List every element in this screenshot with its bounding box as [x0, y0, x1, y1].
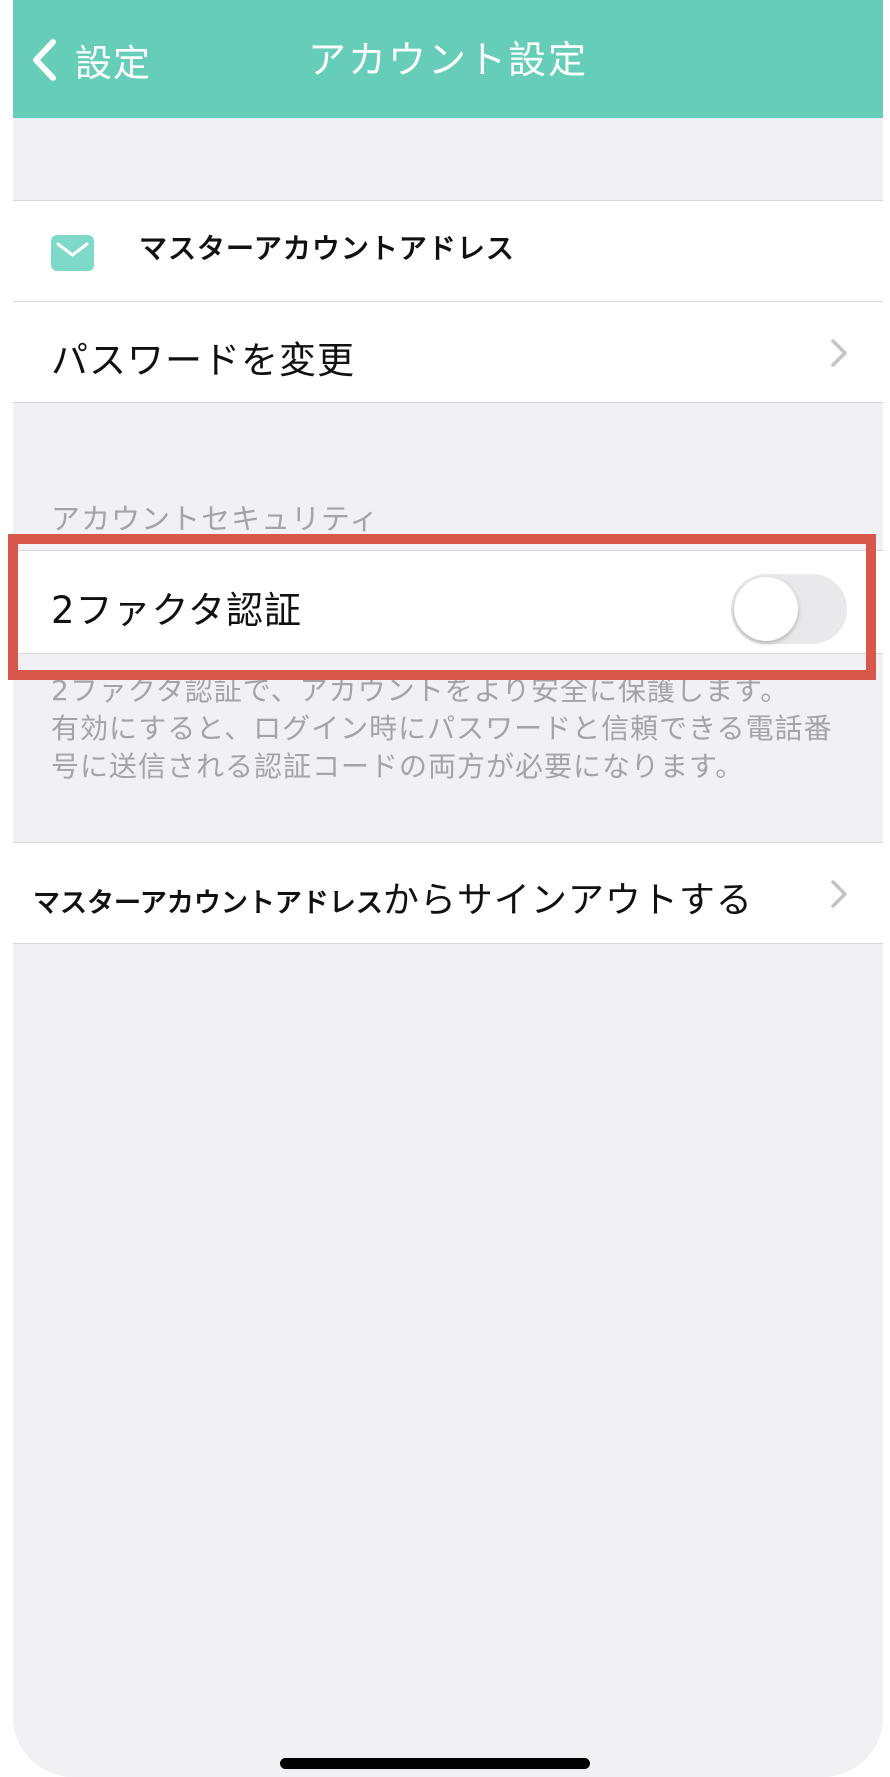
- two-factor-description: 2ファクタ認証で、アカウントをより安全に保護します。 有効にすると、ログイン時に…: [51, 672, 861, 786]
- back-button[interactable]: 設定: [31, 30, 151, 90]
- two-factor-description-line2: 有効にすると、ログイン時にパスワードと信頼できる電話番号に送信される認証コードの…: [51, 712, 833, 783]
- back-button-label: 設定: [75, 42, 151, 85]
- sign-out-label: マスターアカウントアドレスからサインアウトする: [33, 871, 753, 923]
- account-email-row: マスターアカウントアドレス: [13, 201, 883, 301]
- toggle-knob: [734, 577, 798, 641]
- sign-out-suffix: からサインアウトする: [382, 880, 753, 921]
- sign-out-email: マスターアカウントアドレス: [33, 888, 383, 919]
- account-group: マスターアカウントアドレス パスワードを変更: [13, 200, 883, 403]
- two-factor-label: 2ファクタ認証: [51, 589, 303, 632]
- master-account-address: マスターアカウントアドレス: [139, 232, 515, 265]
- two-factor-row: 2ファクタ認証: [13, 550, 883, 654]
- mail-icon: [51, 235, 94, 271]
- home-indicator: [280, 1758, 590, 1769]
- chevron-left-icon: [31, 38, 57, 82]
- two-factor-description-line1: 2ファクタ認証で、アカウントをより安全に保護します。: [51, 674, 790, 707]
- navigation-bar: 設定 アカウント設定: [13, 0, 883, 118]
- screen: 設定 アカウント設定 マスターアカウントアドレス パスワードを変更 アカウントセ…: [13, 0, 883, 1777]
- chevron-right-icon: [829, 878, 849, 910]
- change-password-row[interactable]: パスワードを変更: [13, 302, 883, 403]
- section-header-account-security: アカウントセキュリティ: [51, 502, 380, 536]
- chevron-right-icon: [829, 337, 849, 369]
- sign-out-row[interactable]: マスターアカウントアドレスからサインアウトする: [13, 842, 883, 944]
- change-password-label: パスワードを変更: [51, 339, 355, 382]
- two-factor-toggle[interactable]: [731, 574, 847, 644]
